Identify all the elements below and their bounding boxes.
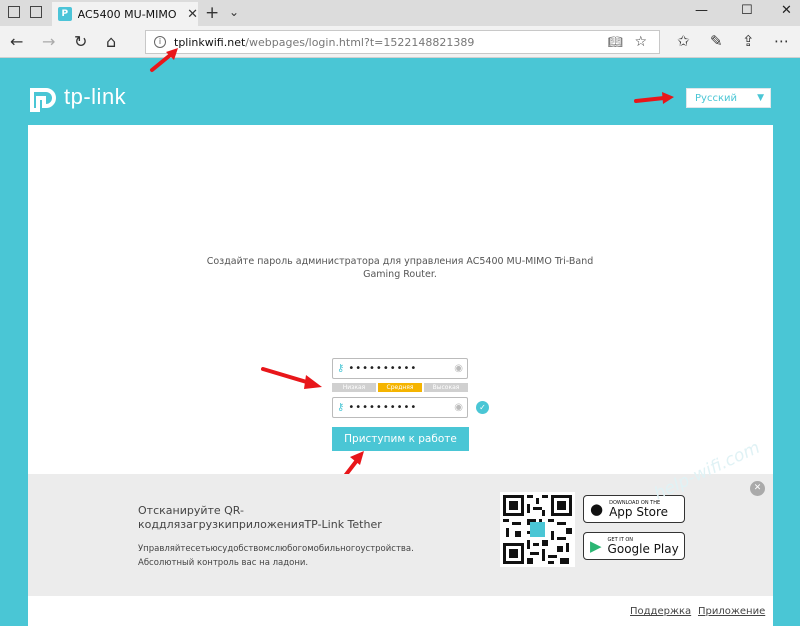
setup-prompt: Создайте пароль администратора для управ… bbox=[206, 256, 594, 280]
refresh-icon[interactable]: ↻ bbox=[74, 32, 87, 51]
get-started-button[interactable]: Приступим к работе bbox=[332, 427, 469, 451]
qr-code-icon bbox=[500, 492, 575, 567]
chevron-down-icon: ▼ bbox=[757, 93, 764, 103]
tplink-logo-icon bbox=[30, 88, 56, 112]
qr-subtitle-line-1: Управляйтесетьюсудобствомслюбогомобильно… bbox=[138, 544, 414, 554]
browser-nav-bar: ← → ↻ ⌂ i tplinkwifi.net /webpages/login… bbox=[0, 26, 800, 58]
match-check-icon: ✓ bbox=[476, 401, 489, 414]
qr-subtitle-line-2: Абсолютный контроль вас на ладони. bbox=[138, 558, 309, 568]
google-play-text: GET IT ON Google Play bbox=[607, 536, 679, 556]
strength-low: Низкая bbox=[332, 383, 376, 392]
annotation-arrow-password bbox=[261, 367, 322, 389]
key-icon: ⚷ bbox=[337, 402, 345, 413]
share-icon[interactable]: ⇪ bbox=[742, 32, 755, 50]
strength-high: Высокая bbox=[424, 383, 468, 392]
app-link[interactable]: Приложение bbox=[698, 606, 765, 617]
apple-icon: ● bbox=[590, 500, 604, 518]
browser-tab-bar: P AC5400 MU-MIMO Tri-B ✕ + ⌄ — ☐ ✕ bbox=[0, 0, 800, 26]
new-tab-icon[interactable]: + bbox=[205, 3, 219, 23]
tab-title: AC5400 MU-MIMO Tri-B bbox=[77, 7, 179, 21]
qr-title: Отсканируйте QR-коддлязагрузкиприложения… bbox=[138, 504, 382, 531]
pen-notes-icon[interactable]: ✎ bbox=[710, 32, 723, 50]
forward-icon[interactable]: → bbox=[42, 32, 55, 51]
google-play-icon: ▶ bbox=[590, 537, 602, 555]
set-aside-tabs-icon[interactable] bbox=[30, 6, 42, 18]
more-menu-icon[interactable]: ⋯ bbox=[774, 32, 789, 50]
annotation-arrow-address bbox=[150, 48, 178, 72]
router-page: tp-link Русский ▼ Создайте пароль админи… bbox=[0, 48, 800, 626]
address-path: /webpages/login.html?t=1522148821389 bbox=[245, 35, 475, 49]
favorite-star-icon[interactable]: ☆ bbox=[634, 34, 647, 50]
tab-list-icon[interactable] bbox=[8, 6, 20, 18]
window-close-icon[interactable]: ✕ bbox=[781, 3, 792, 18]
tplink-logo: tp-link bbox=[28, 82, 126, 112]
reading-view-icon[interactable]: 📖︎ bbox=[608, 35, 623, 49]
tab-preview-chevron-icon[interactable]: ⌄ bbox=[229, 5, 239, 19]
eye-icon[interactable]: ◉ bbox=[454, 363, 463, 374]
key-icon: ⚷ bbox=[337, 363, 345, 374]
google-play-button[interactable]: ▶ GET IT ON Google Play bbox=[583, 532, 685, 560]
browser-tab[interactable]: P AC5400 MU-MIMO Tri-B ✕ bbox=[52, 2, 198, 26]
strength-medium: Средняя bbox=[378, 383, 422, 392]
tplink-favicon-icon: P bbox=[58, 7, 72, 21]
password-mask: •••••••••• bbox=[348, 363, 418, 374]
setup-card: Создайте пароль администратора для управ… bbox=[28, 125, 773, 626]
maximize-icon[interactable]: ☐ bbox=[741, 3, 753, 18]
confirm-password-mask: •••••••••• bbox=[348, 402, 418, 413]
language-select[interactable]: Русский ▼ bbox=[686, 88, 771, 108]
address-bar[interactable]: i tplinkwifi.net /webpages/login.html?t=… bbox=[145, 30, 660, 54]
banner-close-icon[interactable]: ✕ bbox=[750, 481, 765, 496]
password-strength-meter: Низкая Средняя Высокая bbox=[332, 383, 468, 392]
eye-icon[interactable]: ◉ bbox=[454, 402, 463, 413]
password-field[interactable]: ⚷ •••••••••• ◉ bbox=[332, 358, 468, 379]
confirm-password-field[interactable]: ⚷ •••••••••• ◉ bbox=[332, 397, 468, 418]
tab-close-icon[interactable]: ✕ bbox=[187, 7, 198, 22]
home-icon[interactable]: ⌂ bbox=[106, 32, 116, 51]
minimize-icon[interactable]: — bbox=[695, 3, 708, 18]
support-link[interactable]: Поддержка bbox=[630, 606, 691, 617]
qr-subtitle: Управляйтесетьюсудобствомслюбогомобильно… bbox=[138, 542, 418, 570]
annotation-arrow-language bbox=[634, 92, 674, 104]
logo-text: tp-link bbox=[64, 84, 127, 109]
back-icon[interactable]: ← bbox=[10, 32, 23, 51]
language-value: Русский bbox=[695, 92, 737, 104]
favorites-hub-icon[interactable]: ✩ bbox=[677, 32, 690, 50]
address-host: tplinkwifi.net bbox=[174, 35, 246, 49]
